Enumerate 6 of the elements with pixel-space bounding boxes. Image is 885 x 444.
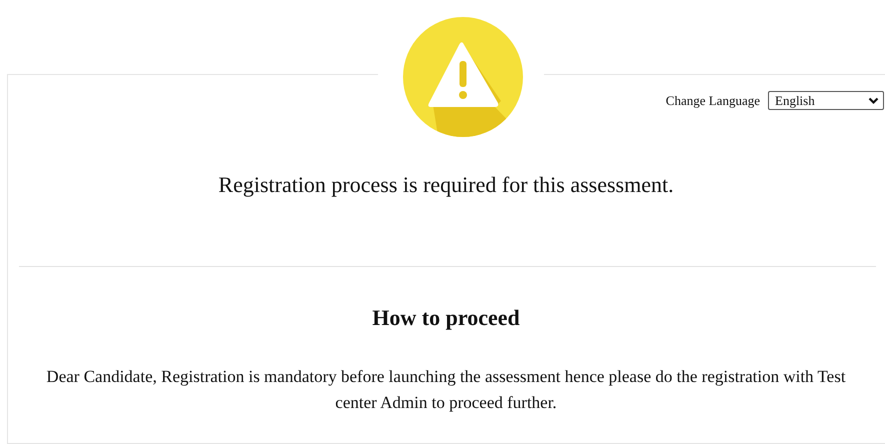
language-label: Change Language (666, 92, 760, 108)
section-heading: How to proceed (371, 305, 521, 331)
message-text: Registration process is required for this assessment. (217, 172, 675, 198)
instructions-text: Dear Candidate, Registration is mandatory before launching the assessment hence please do the registration with Test center Admin to proceed further. (46, 366, 846, 414)
chevron-down-icon (868, 96, 879, 104)
language-select[interactable]: English (768, 91, 884, 110)
